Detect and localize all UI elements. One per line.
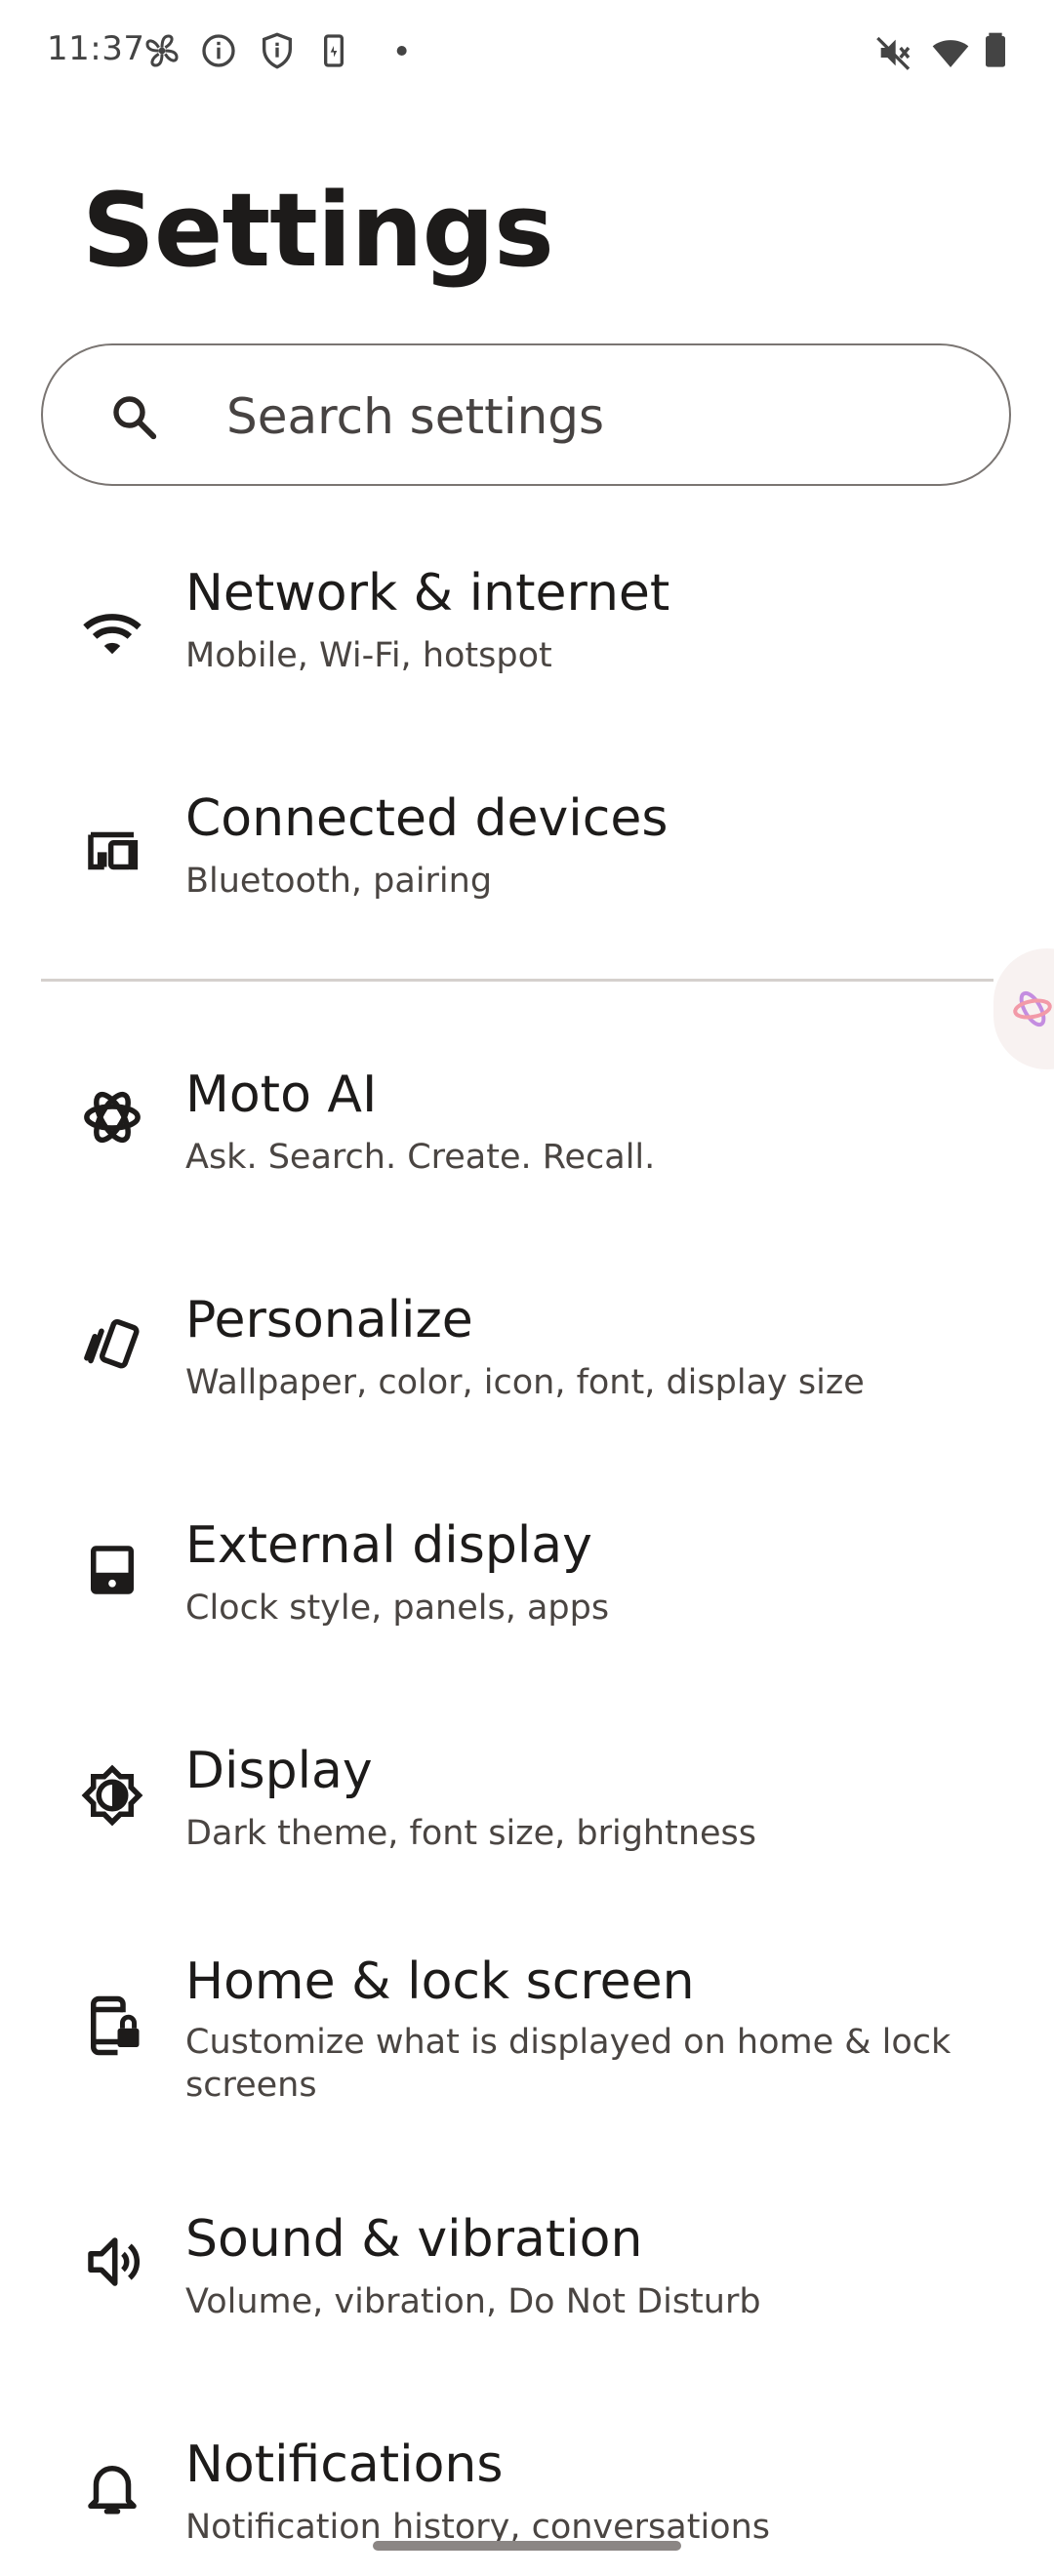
- settings-item-display[interactable]: Display Dark theme, font size, brightnes…: [0, 1740, 1054, 1886]
- devices-icon: [88, 831, 139, 870]
- settings-item-subtitle: Clock style, panels, apps: [185, 1589, 610, 1628]
- settings-item-network[interactable]: Network & internet Mobile, Wi-Fi, hotspo…: [0, 562, 1054, 708]
- lock-screen-icon: [91, 1995, 140, 2056]
- settings-item-title: Sound & vibration: [185, 2210, 643, 2269]
- personalize-icon: [84, 1318, 140, 1369]
- mute-icon: [876, 36, 911, 70]
- settings-item-title: Display: [185, 1742, 373, 1800]
- settings-item-moto-ai[interactable]: Moto AI Ask. Search. Create. Recall.: [0, 1064, 1054, 1210]
- bell-icon: [88, 2466, 137, 2515]
- settings-item-subtitle: Dark theme, font size, brightness: [185, 1814, 757, 1853]
- settings-item-title: Connected devices: [185, 789, 669, 848]
- settings-item-external-display[interactable]: External display Clock style, panels, ap…: [0, 1514, 1054, 1661]
- settings-item-home-lock-screen[interactable]: Home & lock screen Customize what is dis…: [0, 1952, 1054, 2138]
- settings-item-subtitle: Volume, vibration, Do Not Disturb: [185, 2282, 761, 2321]
- external-display-icon: [91, 1546, 134, 1594]
- dot-icon: [396, 46, 407, 56]
- fan-icon: [145, 34, 179, 67]
- moto-ai-icon: [84, 1091, 141, 1144]
- status-time: 11:37: [47, 29, 145, 68]
- search-icon: [113, 396, 157, 440]
- brightness-icon: [81, 1764, 143, 1827]
- moto-ai-floating-button[interactable]: [993, 948, 1054, 1069]
- settings-item-title: Personalize: [185, 1291, 473, 1349]
- settings-item-title: External display: [185, 1516, 592, 1575]
- settings-item-title: Moto AI: [185, 1066, 378, 1124]
- volume-icon: [88, 2237, 141, 2286]
- settings-item-title: Notifications: [185, 2435, 504, 2494]
- section-divider: [41, 979, 993, 982]
- battery-icon: [986, 32, 1005, 67]
- battery-saver-icon: [324, 34, 344, 67]
- settings-item-subtitle: Mobile, Wi-Fi, hotspot: [185, 636, 552, 675]
- settings-item-title: Home & lock screen: [185, 1952, 695, 2011]
- home-indicator[interactable]: [373, 2541, 681, 2551]
- moto-ai-icon: [1013, 990, 1052, 1027]
- info-icon: [202, 34, 235, 67]
- settings-item-title: Network & internet: [185, 564, 670, 623]
- page-title: Settings: [82, 171, 554, 290]
- settings-item-connected-devices[interactable]: Connected devices Bluetooth, pairing: [0, 787, 1054, 934]
- settings-item-sound-vibration[interactable]: Sound & vibration Volume, vibration, Do …: [0, 2208, 1054, 2355]
- search-placeholder: Search settings: [226, 388, 605, 445]
- wifi-icon: [83, 614, 142, 655]
- status-bar: 11:37: [0, 0, 1054, 105]
- settings-item-subtitle: Wallpaper, color, icon, font, display si…: [185, 1363, 865, 1402]
- settings-item-personalize[interactable]: Personalize Wallpaper, color, icon, font…: [0, 1289, 1054, 1435]
- shield-icon: [263, 32, 292, 69]
- settings-item-subtitle: Customize what is displayed on home & lo…: [185, 2023, 952, 2105]
- settings-item-subtitle: Bluetooth, pairing: [185, 862, 493, 901]
- search-bar[interactable]: Search settings: [41, 343, 1011, 486]
- settings-item-subtitle: Ask. Search. Create. Recall.: [185, 1138, 656, 1177]
- wifi-icon: [932, 40, 969, 67]
